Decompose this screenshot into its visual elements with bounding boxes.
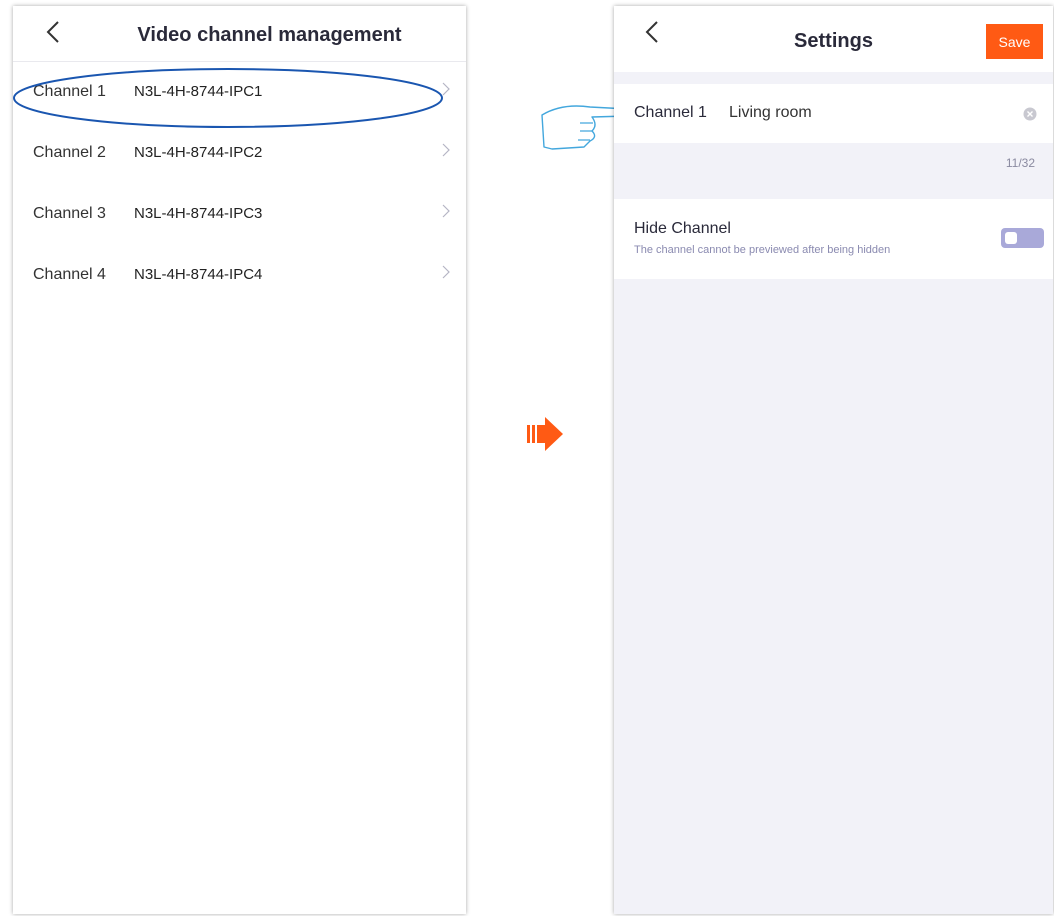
- hide-channel-title: Hide Channel: [634, 220, 731, 237]
- char-counter: 11/32: [1005, 156, 1035, 170]
- channel-row-1[interactable]: Channel 1 N3L-4H-8744-IPC1: [13, 62, 466, 123]
- channel-list-screen: Video channel management Channel 1 N3L-4…: [13, 6, 466, 914]
- save-button[interactable]: Save: [986, 24, 1043, 59]
- channel-name: N3L-4H-8744-IPC1: [134, 83, 263, 100]
- channel-row-2[interactable]: Channel 2 N3L-4H-8744-IPC2: [13, 123, 466, 184]
- chevron-right-icon: [442, 143, 450, 157]
- channel-name-row: Channel 1: [614, 84, 1053, 143]
- channel-name: N3L-4H-8744-IPC4: [134, 266, 263, 283]
- chevron-right-icon: [442, 204, 450, 218]
- channel-label: Channel 3: [33, 205, 106, 222]
- channel-name: N3L-4H-8744-IPC3: [134, 205, 263, 222]
- page-title: Video channel management: [137, 24, 402, 46]
- header: Settings Save: [614, 6, 1053, 72]
- chevron-right-icon: [442, 82, 450, 96]
- channel-label: Channel 1: [634, 104, 707, 121]
- channel-label: Channel 1: [33, 83, 106, 100]
- channel-name: N3L-4H-8744-IPC2: [134, 144, 263, 161]
- chevron-right-icon: [442, 265, 450, 279]
- channel-row-3[interactable]: Channel 3 N3L-4H-8744-IPC3: [13, 184, 466, 245]
- hide-channel-description: The channel cannot be previewed after be…: [634, 244, 891, 256]
- channel-label: Channel 4: [33, 266, 106, 283]
- hide-channel-toggle[interactable]: [1001, 228, 1044, 248]
- channel-name-input[interactable]: [729, 99, 999, 127]
- channel-list: Channel 1 N3L-4H-8744-IPC1 Channel 2 N3L…: [13, 62, 466, 306]
- toggle-knob: [1005, 232, 1017, 244]
- arrow-right-icon: [527, 417, 563, 451]
- header: Video channel management: [13, 6, 466, 62]
- channel-label: Channel 2: [33, 144, 106, 161]
- clear-circle-icon[interactable]: [1023, 107, 1037, 121]
- settings-screen: Settings Save Channel 1 11/32 Hide Chann…: [614, 6, 1053, 914]
- channel-row-4[interactable]: Channel 4 N3L-4H-8744-IPC4: [13, 245, 466, 306]
- hide-channel-row: Hide Channel The channel cannot be previ…: [614, 199, 1053, 279]
